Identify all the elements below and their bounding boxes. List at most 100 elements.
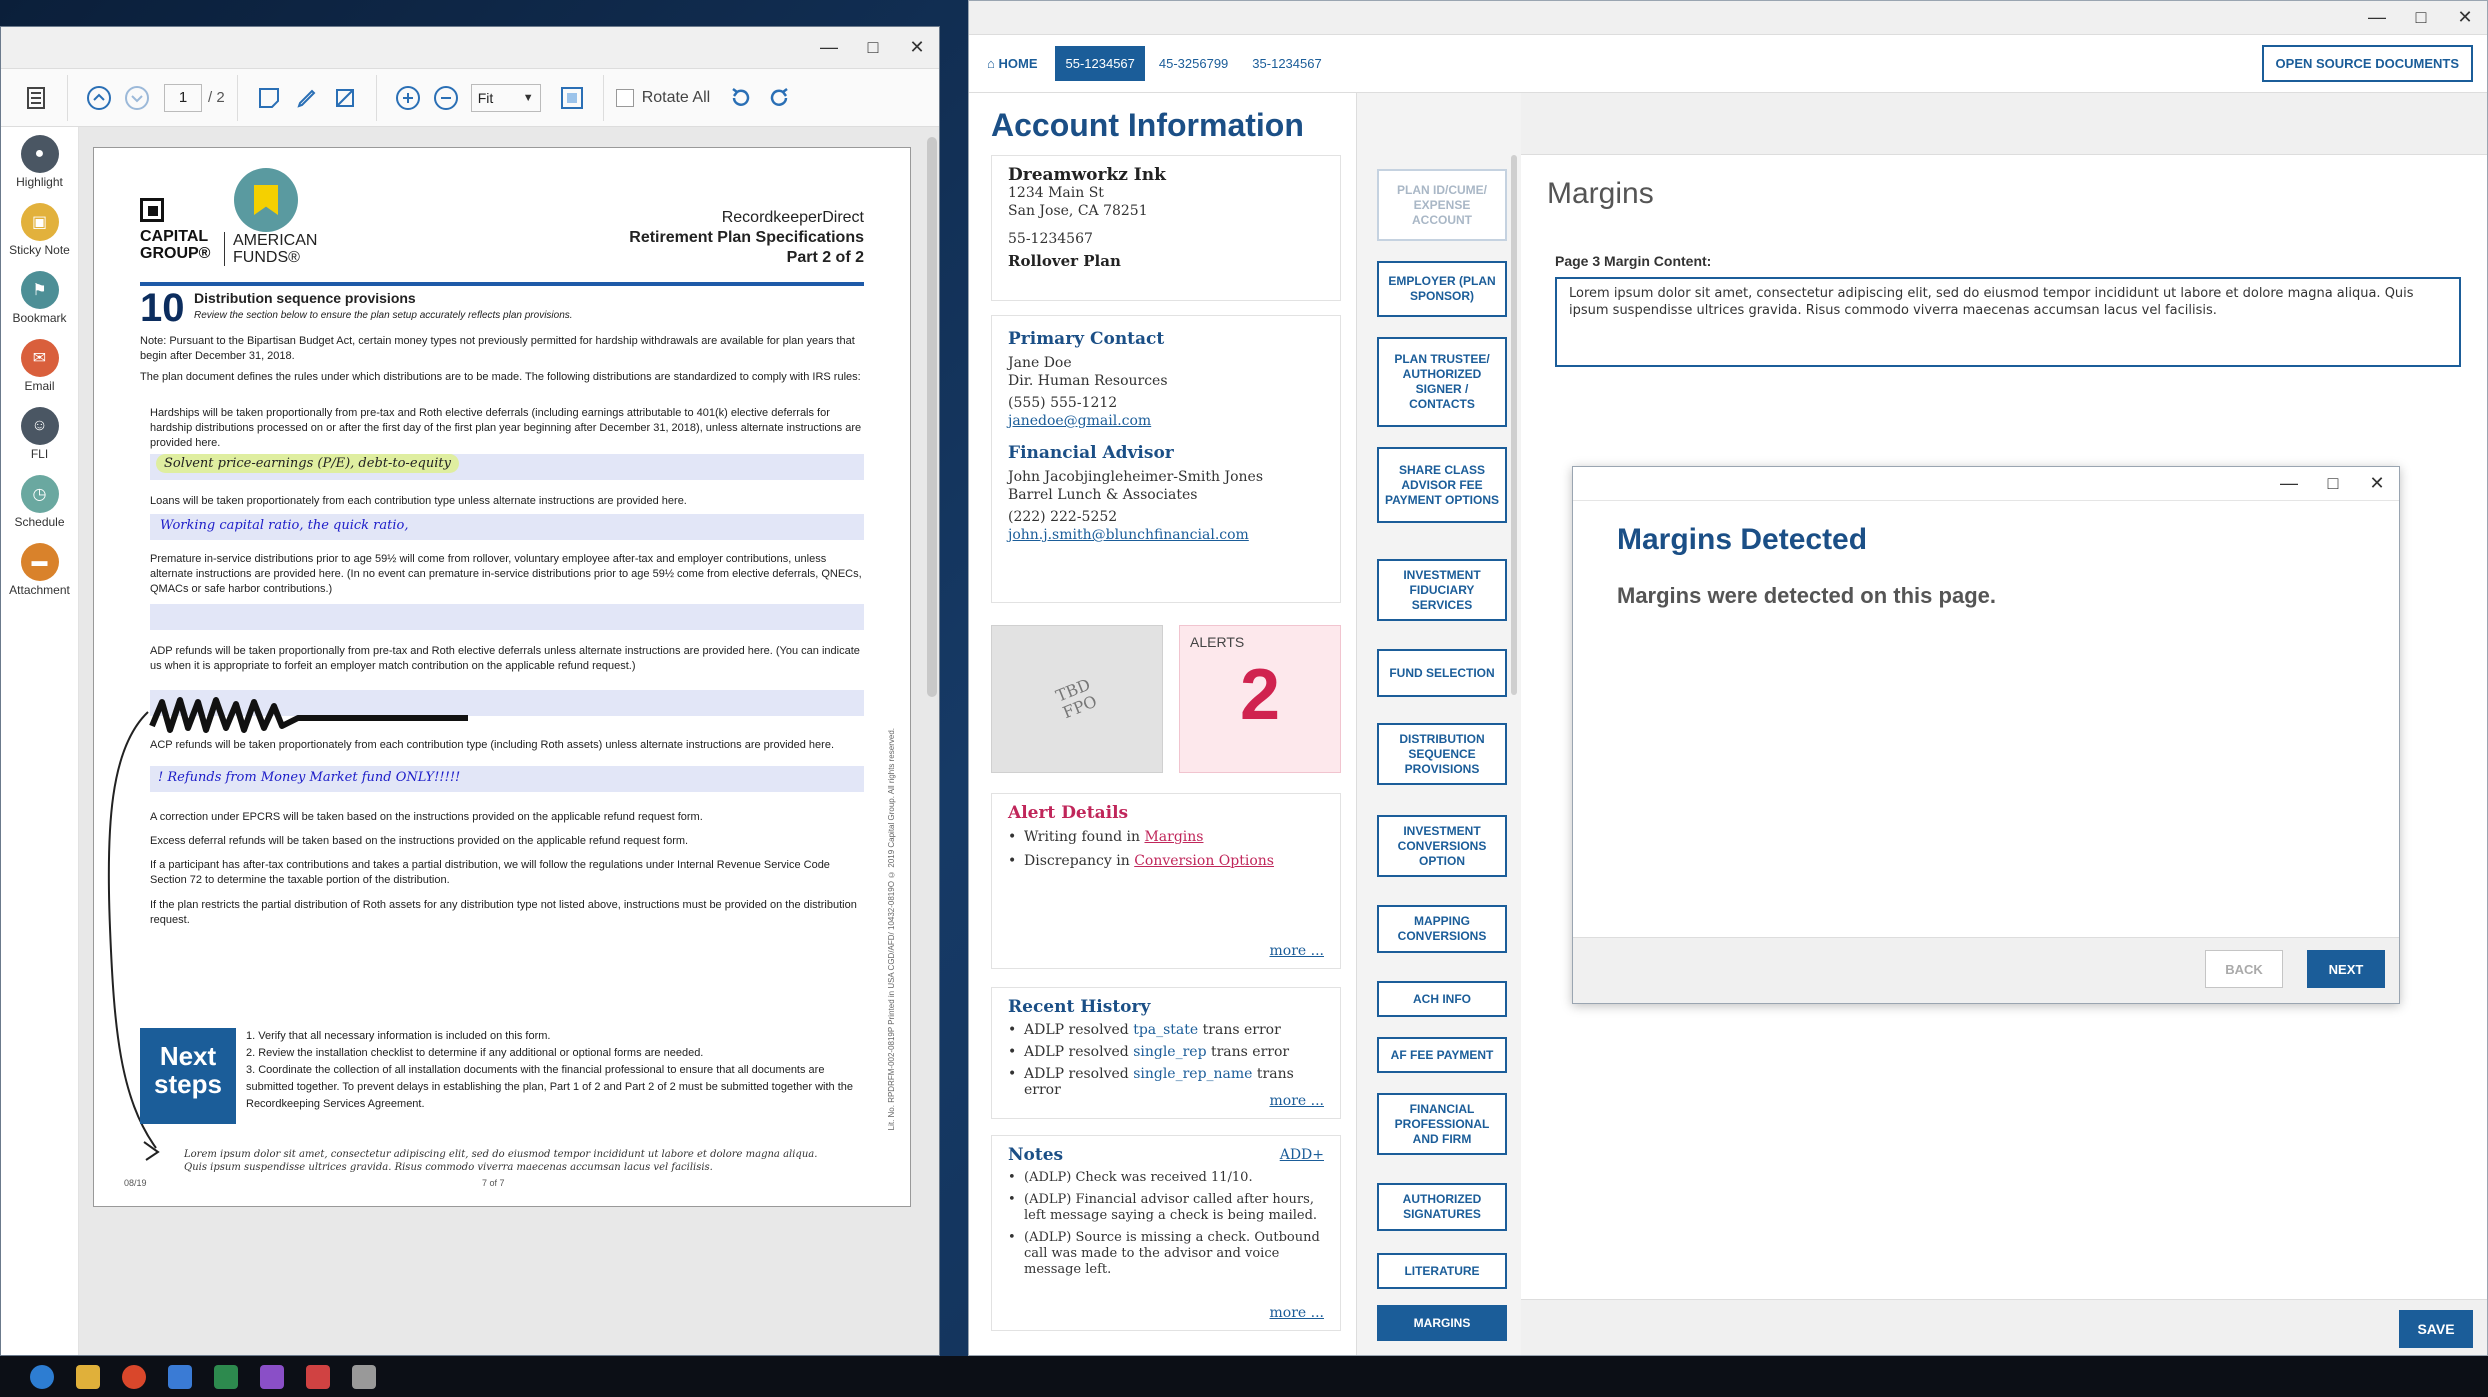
acp-text: ACP refunds will be taken proportionatel… [150,739,834,751]
save-button[interactable]: SAVE [2399,1310,2473,1348]
zoom-in-icon[interactable] [393,83,423,113]
rotate-right-icon[interactable] [764,83,794,113]
zoom-select[interactable]: Fit ▼ [470,83,541,112]
rotate-left-icon[interactable] [726,83,756,113]
alert-more-link[interactable]: more ... [1270,942,1324,960]
bookmark-tool[interactable]: ⚑ Bookmark [1,271,78,331]
bookmark-marker-icon[interactable] [234,168,298,232]
minimize-button[interactable]: — [2355,7,2399,28]
sticky-note-icon: ▣ [20,203,59,241]
scribble-annotation [149,697,468,733]
alert-item: Discrepancy in Conversion Options [1008,852,1324,870]
tab-account-3[interactable]: 35-1234567 [1242,46,1331,81]
nav-margins[interactable]: MARGINS [1377,1305,1507,1341]
close-button[interactable]: ✕ [2355,473,2399,494]
thumbnails-icon[interactable] [21,83,51,113]
nav-financial-professional[interactable]: FINANCIAL PROFESSIONAL AND FIRM [1377,1093,1507,1155]
taskbar [0,1356,2488,1397]
close-button[interactable]: ✕ [2443,7,2487,28]
financial-advisor-heading: Financial Advisor [1008,443,1174,463]
close-button[interactable]: ✕ [895,37,939,58]
nav-literature[interactable]: LITERATURE [1377,1253,1507,1289]
placeholder-image: TBD FPO [991,625,1163,773]
margin-content-textarea[interactable]: Lorem ipsum dolor sit amet, consectetur … [1555,277,2461,367]
history-link[interactable]: single_rep_name [1133,1066,1252,1082]
nav-investment-fiduciary[interactable]: INVESTMENT FIDUCIARY SERVICES [1377,559,1507,621]
zoom-out-icon[interactable] [431,83,461,113]
attachment-tool[interactable]: ▬ Attachment [1,543,78,603]
next-button[interactable]: NEXT [2307,950,2385,988]
header-line-1: RecordkeeperDirect [721,209,864,226]
nav-plan-id[interactable]: PLAN ID/CUME/ EXPENSE ACCOUNT [1377,169,1507,241]
folder-icon: ▬ [20,543,59,581]
tab-account-1[interactable]: 55-1234567 [1055,46,1145,81]
nav-employer[interactable]: EMPLOYER (PLAN SPONSOR) [1377,261,1507,317]
minimize-button[interactable]: — [807,37,851,58]
section-nav-scrollbar[interactable] [1511,155,1517,695]
page-down-icon[interactable] [122,83,152,113]
sticky-note-tool[interactable]: ▣ Sticky Note [1,203,78,263]
alert-margins-link[interactable]: Margins [1144,829,1203,845]
back-button[interactable]: BACK [2205,950,2283,988]
alerts-box[interactable]: ALERTS 2 [1179,625,1341,773]
pen-icon[interactable] [292,83,322,113]
nav-plan-trustee[interactable]: PLAN TRUSTEE/ AUTHORIZED SIGNER / CONTAC… [1377,337,1507,427]
note-icon[interactable] [254,83,284,113]
pdf-app-icon[interactable] [306,1364,330,1389]
notes-add-link[interactable]: ADD+ [1280,1146,1324,1164]
history-more-link[interactable]: more ... [1270,1092,1324,1110]
toolbar-divider [236,74,238,121]
nav-ach-info[interactable]: ACH INFO [1377,981,1507,1017]
nav-mapping-conversions[interactable]: MAPPING CONVERSIONS [1377,905,1507,953]
placeholder-text: TBD FPO [1053,674,1100,723]
advisor-email[interactable]: john.j.smith@blunchfinancial.com [1008,526,1324,544]
highlight-tool[interactable]: ● Highlight [1,135,78,195]
nav-investment-conversions[interactable]: INVESTMENT CONVERSIONS OPTION [1377,815,1507,877]
minimize-button[interactable]: — [2267,473,2311,494]
tab-account-2[interactable]: 45-3256799 [1149,46,1238,81]
page-up-icon[interactable] [84,83,114,113]
history-suffix: trans error [1198,1022,1281,1038]
nav-share-class[interactable]: SHARE CLASS ADVISOR FEE PAYMENT OPTIONS [1377,447,1507,523]
capital-group-logo: CAPITAL GROUP® [140,198,210,262]
spreadsheet-icon[interactable] [214,1364,238,1389]
nav-authorized-signatures[interactable]: AUTHORIZED SIGNATURES [1377,1183,1507,1231]
history-suffix: trans error [1206,1044,1290,1060]
notes-more-link[interactable]: more ... [1270,1304,1324,1322]
editor-icon[interactable] [260,1364,284,1389]
maximize-button[interactable]: □ [2399,7,2443,28]
folder-icon[interactable] [76,1364,100,1389]
alert-item-text: Writing found in [1024,829,1145,845]
home-icon: ⌂ [987,56,995,71]
alert-conversion-link[interactable]: Conversion Options [1134,853,1274,869]
nav-distribution-sequence[interactable]: DISTRIBUTION SEQUENCE PROVISIONS [1377,723,1507,785]
history-link[interactable]: single_rep [1133,1044,1206,1060]
app-icon[interactable] [352,1364,376,1389]
nav-af-fee-payment[interactable]: AF FEE PAYMENT [1377,1037,1507,1073]
open-source-documents-button[interactable]: OPEN SOURCE DOCUMENTS [2261,45,2473,82]
maximize-button[interactable]: □ [2311,473,2355,494]
document-canvas[interactable]: CAPITAL GROUP® AMERICAN FUNDS® Recordkee… [79,127,939,1355]
schedule-tool[interactable]: ◷ Schedule [1,475,78,535]
vertical-legal-text: Lit. No. RPDRFM-002-0819P Printed in USA… [887,728,896,1131]
history-link[interactable]: tpa_state [1133,1022,1198,1038]
premature-field[interactable] [150,604,864,630]
note-item: (ADLP) Source is missing a check. Outbou… [1008,1230,1324,1278]
section-title: Distribution sequence provisions [194,290,416,306]
home-link[interactable]: ⌂ HOME [987,56,1037,71]
rotate-all-checkbox[interactable] [615,88,634,107]
document-scrollbar[interactable] [927,137,937,697]
fli-tool[interactable]: ☺ FLI [1,407,78,467]
browser-icon[interactable] [122,1364,146,1389]
page-number-input[interactable]: 1 [164,83,202,112]
maximize-button[interactable]: □ [851,37,895,58]
primary-contact-email[interactable]: janedoe@gmail.com [1008,412,1324,430]
email-tool[interactable]: ✉ Email [1,339,78,399]
nav-fund-selection[interactable]: FUND SELECTION [1377,649,1507,697]
notes-heading: Notes [1008,1145,1064,1165]
search-icon[interactable] [30,1364,54,1389]
loans-text: Loans will be taken proportionately from… [150,495,687,507]
mail-icon[interactable] [168,1364,192,1389]
fullscreen-icon[interactable] [557,83,587,113]
crop-icon[interactable] [330,83,360,113]
